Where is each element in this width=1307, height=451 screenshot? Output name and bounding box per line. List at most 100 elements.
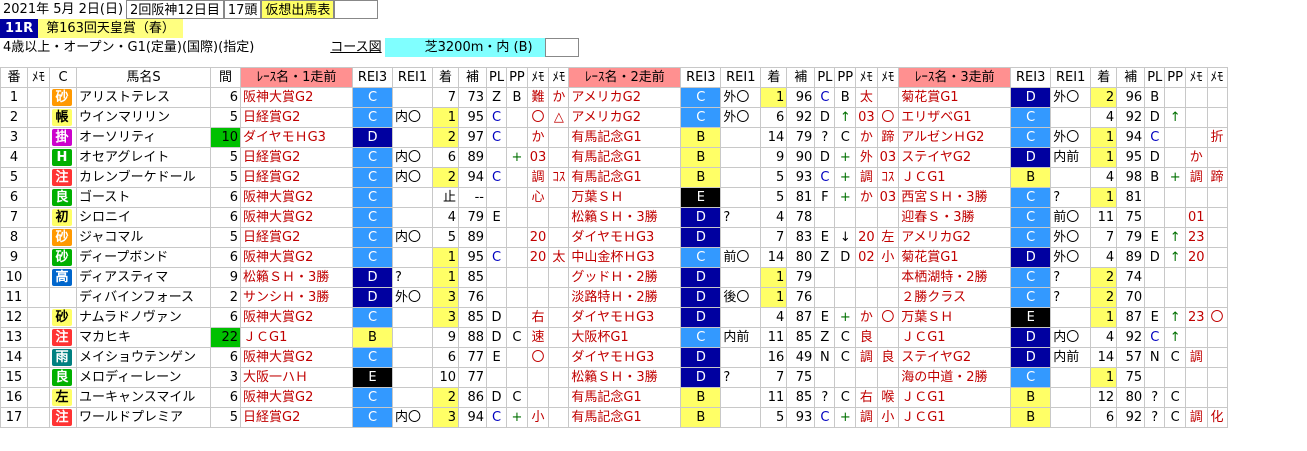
column-header[interactable]: ﾚｰｽ名・1走前: [240, 67, 353, 88]
r2-race-name[interactable]: 有馬記念G1: [568, 147, 682, 168]
memo-cell[interactable]: [27, 287, 50, 308]
table-row[interactable]: 13 注マカヒキ 22 ＪＣG1 B 9 88 D C 速大阪杯G1 C 内前 11 85 Z C 良 ＪＣG1 D…: [0, 327, 1228, 348]
horse-name[interactable]: メロディーレーン: [76, 367, 211, 388]
r3-race-name[interactable]: ＪＣG1: [898, 407, 1012, 428]
r2-race-name[interactable]: 有馬記念G1: [568, 387, 682, 408]
column-header[interactable]: REI3: [680, 67, 722, 88]
r1-race-name[interactable]: 松籟ＳＨ・3勝: [240, 267, 353, 288]
horse-name[interactable]: ディアスティマ: [76, 267, 211, 288]
column-header[interactable]: ﾒﾓ: [526, 67, 550, 88]
column-header[interactable]: REI1: [1050, 67, 1092, 88]
table-row[interactable]: 9 砂ディープボンド 6 阪神大賞G2 C 1 95 C 20 太中山金杯ＨG3 C 前〇 14 80 Z D…: [0, 247, 1228, 268]
r3-race-name[interactable]: アルゼンＨG2: [898, 127, 1012, 148]
r3-race-name[interactable]: ＪＣG1: [898, 327, 1012, 348]
r2-race-name[interactable]: 有馬記念G1: [568, 407, 682, 428]
column-header[interactable]: ﾒﾓ: [876, 67, 900, 88]
r3-race-name[interactable]: 菊花賞G1: [898, 247, 1012, 268]
r1-race-name[interactable]: 阪神大賞G2: [240, 207, 353, 228]
column-header[interactable]: 補: [786, 67, 816, 88]
table-row[interactable]: 14 雨メイショウテンゲン 6 阪神大賞G2 C 6 77 E 〇ダイヤモＨG3 D 16 49 N C 調…: [0, 347, 1228, 368]
column-header[interactable]: ﾒﾓ: [27, 67, 50, 88]
r2-race-name[interactable]: グッドＨ・2勝: [568, 267, 682, 288]
table-row[interactable]: 4 H オセアグレイト 5 日経賞G2 C 内〇 6 89 +03 有馬記念G1 B 9 90 D + 外 03 ス…: [0, 147, 1228, 168]
horse-name[interactable]: ディバインフォース: [76, 287, 211, 308]
horse-name[interactable]: オーソリティ: [76, 127, 211, 148]
memo-cell[interactable]: [27, 347, 50, 368]
r1-race-name[interactable]: 阪神大賞G2: [240, 347, 353, 368]
table-row[interactable]: 7 初シロニイ 6 阪神大賞G2 C 4 79 E 松籟ＳＨ・3勝 D? 4 78 迎春Ｓ・3勝 C 前〇 1…: [0, 207, 1228, 228]
horse-name[interactable]: ゴースト: [76, 187, 211, 208]
r1-race-name[interactable]: 阪神大賞G2: [240, 87, 353, 108]
r2-race-name[interactable]: 松籟ＳＨ・3勝: [568, 207, 682, 228]
memo-cell[interactable]: [27, 187, 50, 208]
r1-race-name[interactable]: 日経賞G2: [240, 227, 353, 248]
column-header[interactable]: ﾒﾓ: [855, 67, 878, 88]
r1-race-name[interactable]: サンシＨ・3勝: [240, 287, 353, 308]
column-header[interactable]: PP: [834, 67, 857, 88]
table-row[interactable]: 2 帳ウインマリリン 5 日経賞G2 C 内〇 1 95 C 〇 △ アメリカG2 C 外〇 6 92 D ↑ 03…: [0, 107, 1228, 128]
r3-race-name[interactable]: ＪＣG1: [898, 167, 1012, 188]
r1-race-name[interactable]: 阪神大賞G2: [240, 387, 353, 408]
table-row[interactable]: 12 砂ナムラドノヴァン 6 阪神大賞G2 C 3 85 D 右ダイヤモＨG3 D 4 87 E + か〇万…: [0, 307, 1228, 328]
course-map-link[interactable]: コース図: [327, 38, 384, 57]
column-header[interactable]: 番: [0, 67, 28, 88]
column-header[interactable]: 間: [210, 67, 241, 88]
r2-race-name[interactable]: 万葉ＳＨ: [568, 187, 682, 208]
r2-race-name[interactable]: アメリカG2: [568, 107, 682, 128]
table-row[interactable]: 6 良ゴースト 6 阪神大賞G2 C 止 -- 心万葉ＳＨ E 5 81 F + か 03 西宮ＳＨ・3勝 C?…: [0, 187, 1228, 208]
r1-race-name[interactable]: 日経賞G2: [240, 167, 353, 188]
horse-name[interactable]: ディープボンド: [76, 247, 211, 268]
table-row[interactable]: 17 注ワールドプレミア 5 日経賞G2 C 内〇 3 94 C + 小有馬記念G1 B 5 93 C + 調小…: [0, 407, 1228, 428]
horse-name[interactable]: ナムラドノヴァン: [76, 307, 211, 328]
r2-race-name[interactable]: ダイヤモＨG3: [568, 307, 682, 328]
column-header[interactable]: ﾚｰｽ名・2走前: [568, 67, 682, 88]
column-header[interactable]: ﾒﾓ: [1184, 67, 1208, 88]
r3-race-name[interactable]: ＪＣG1: [898, 387, 1012, 408]
memo-cell[interactable]: [27, 127, 50, 148]
table-row[interactable]: 15 良メロディーレーン 3 大阪一ハＨ E 10 77 松籟ＳＨ・3勝 D? 7 75 海の中道・2…: [0, 367, 1228, 388]
r1-race-name[interactable]: 日経賞G2: [240, 407, 353, 428]
r2-race-name[interactable]: アメリカG2: [568, 87, 682, 108]
memo-cell[interactable]: [27, 227, 50, 248]
r3-race-name[interactable]: 海の中道・2勝: [898, 367, 1012, 388]
r3-race-name[interactable]: ２勝クラス: [898, 287, 1012, 308]
r1-race-name[interactable]: 日経賞G2: [240, 107, 353, 128]
table-row[interactable]: 3 掛オーソリティ 10 ダイヤモＨG3 D 2 97 C か有馬記念G1 B 14 79? C か蹄アル…: [0, 127, 1228, 148]
r3-race-name[interactable]: 万葉ＳＨ: [898, 307, 1012, 328]
memo-cell[interactable]: [27, 147, 50, 168]
column-header[interactable]: PP: [1164, 67, 1186, 88]
r1-race-name[interactable]: ＪＣG1: [240, 327, 353, 348]
column-header[interactable]: 馬名S: [76, 67, 211, 88]
horse-name[interactable]: アリストテレス: [76, 87, 211, 108]
horse-name[interactable]: メイショウテンゲン: [76, 347, 211, 368]
r1-race-name[interactable]: 大阪一ハＨ: [240, 367, 353, 388]
r2-race-name[interactable]: 有馬記念G1: [568, 167, 682, 188]
horse-name[interactable]: カレンブーケドール: [76, 167, 211, 188]
horse-name[interactable]: オセアグレイト: [76, 147, 211, 168]
r1-race-name[interactable]: 阪神大賞G2: [240, 247, 353, 268]
column-header[interactable]: 着: [1090, 67, 1118, 88]
column-header[interactable]: ﾒﾓ: [1206, 67, 1228, 88]
r2-race-name[interactable]: 中山金杯ＨG3: [568, 247, 682, 268]
r2-race-name[interactable]: 松籟ＳＨ・3勝: [568, 367, 682, 388]
column-header[interactable]: C: [49, 67, 77, 88]
r3-race-name[interactable]: ステイヤG2: [898, 147, 1012, 168]
horse-name[interactable]: ジャコマル: [76, 227, 211, 248]
r3-race-name[interactable]: 本栖湖特・2勝: [898, 267, 1012, 288]
column-header[interactable]: REI3: [352, 67, 393, 88]
table-row[interactable]: 8 砂ジャコマル 5 日経賞G2 C 内〇 5 89 20 ダイヤモＨG3 D 7 83 E ↓ 20 左アメリ…: [0, 227, 1228, 248]
horse-name[interactable]: ワールドプレミア: [76, 407, 211, 428]
table-row[interactable]: 16 左ユーキャンスマイル 6 阪神大賞G2 C 2 86 D C 有馬記念G1 B 11 85? C 右喉…: [0, 387, 1228, 408]
memo-cell[interactable]: [27, 167, 50, 188]
memo-cell[interactable]: [27, 267, 50, 288]
column-header[interactable]: REI1: [392, 67, 433, 88]
r3-race-name[interactable]: ステイヤG2: [898, 347, 1012, 368]
table-row[interactable]: 10 高ディアスティマ 9 松籟ＳＨ・3勝 D? 1 85 グッドＨ・2勝 D 1 79 本栖湖特・2…: [0, 267, 1228, 288]
memo-cell[interactable]: [27, 327, 50, 348]
table-row[interactable]: 1 砂アリストテレス 6 阪神大賞G2 C 7 73 Z B 難かアメリカG2 C 外〇 1 96 C B 太菊…: [0, 87, 1228, 108]
memo-cell[interactable]: [27, 367, 50, 388]
memo-cell[interactable]: [27, 107, 50, 128]
column-header[interactable]: 補: [458, 67, 487, 88]
memo-cell[interactable]: [27, 87, 50, 108]
r1-race-name[interactable]: 日経賞G2: [240, 147, 353, 168]
